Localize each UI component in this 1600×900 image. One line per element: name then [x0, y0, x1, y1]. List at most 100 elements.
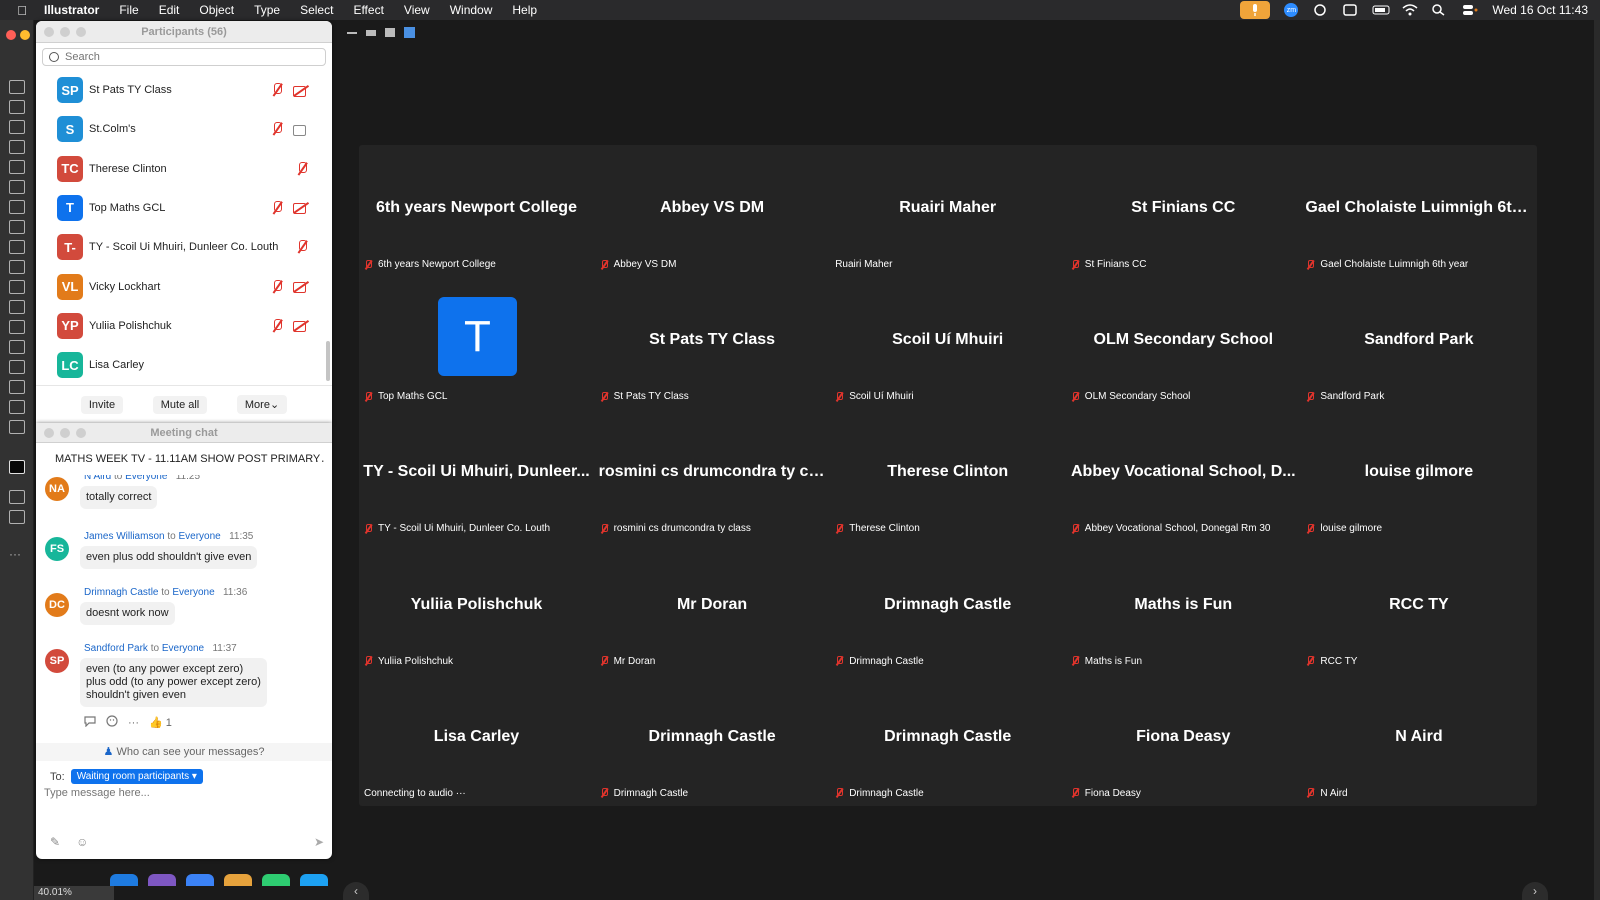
- screen-mode-icon[interactable]: [9, 510, 25, 524]
- more-tools-icon[interactable]: ···: [9, 548, 25, 564]
- video-tile[interactable]: Sandford Park Sandford Park: [1301, 277, 1536, 409]
- app-menu[interactable]: Illustrator: [44, 3, 109, 17]
- menu-object[interactable]: Object: [189, 3, 244, 17]
- hand-tool-icon[interactable]: [9, 380, 25, 394]
- participant-row[interactable]: S St.Colm's: [36, 109, 326, 149]
- shape-builder-tool-icon[interactable]: [9, 340, 25, 354]
- creative-cloud-icon[interactable]: [1312, 4, 1328, 16]
- participant-search[interactable]: [42, 48, 326, 66]
- menu-file[interactable]: File: [109, 3, 148, 17]
- format-text-icon[interactable]: ✎: [50, 835, 60, 849]
- menu-effect[interactable]: Effect: [343, 3, 393, 17]
- message-visibility-link[interactable]: ♟ Who can see your messages?: [36, 743, 332, 761]
- menu-select[interactable]: Select: [290, 3, 343, 17]
- minimize-view-icon[interactable]: [347, 31, 357, 34]
- zoom-window-button[interactable]: [76, 428, 86, 438]
- participant-list-scrollbar[interactable]: [326, 341, 330, 381]
- video-tile[interactable]: Drimnagh Castle Drimnagh Castle: [830, 674, 1065, 806]
- video-tile[interactable]: RCC TY RCC TY: [1301, 542, 1536, 674]
- sender-name[interactable]: Drimnagh Castle: [84, 587, 158, 598]
- invite-button[interactable]: Invite: [80, 395, 124, 414]
- video-tile[interactable]: Lisa Carley Connecting to audio ···: [359, 674, 594, 806]
- artboard-tool-icon[interactable]: [9, 360, 25, 374]
- search-input[interactable]: [65, 51, 325, 63]
- microphone-muted-icon[interactable]: [271, 122, 283, 136]
- launchpad-dock-icon[interactable]: [148, 874, 176, 886]
- video-off-icon[interactable]: [293, 85, 308, 97]
- close-window-button[interactable]: [44, 428, 54, 438]
- video-off-icon[interactable]: [293, 202, 308, 215]
- zoom-window-button[interactable]: [76, 27, 86, 37]
- video-tile[interactable]: St Pats TY Class St Pats TY Class: [595, 277, 830, 409]
- microphone-muted-icon[interactable]: [296, 161, 308, 176]
- next-page-arrow-icon[interactable]: ›: [1522, 882, 1548, 900]
- video-tile[interactable]: Drimnagh Castle Drimnagh Castle: [595, 674, 830, 806]
- video-off-icon[interactable]: [293, 281, 308, 293]
- minimize-window-button[interactable]: [60, 27, 70, 37]
- video-on-icon[interactable]: [293, 124, 308, 136]
- video-tile[interactable]: Therese Clinton Therese Clinton: [830, 409, 1065, 541]
- microphone-muted-icon[interactable]: [296, 240, 308, 254]
- video-tile[interactable]: Gael Cholaiste Luimnigh 6th... Gael Chola…: [1301, 145, 1536, 277]
- thumbs-up-reaction[interactable]: 👍 1: [149, 716, 172, 729]
- send-icon[interactable]: ➤: [314, 835, 324, 849]
- wifi-icon[interactable]: [1402, 4, 1418, 16]
- clock[interactable]: Wed 16 Oct 11:43: [1492, 3, 1588, 17]
- video-tile[interactable]: TY - Scoil Ui Mhuiri, Dunleer... TY - Sco…: [359, 409, 594, 541]
- video-tile[interactable]: Fiona Deasy Fiona Deasy: [1066, 674, 1301, 806]
- standard-view-icon[interactable]: [385, 28, 395, 37]
- sender-name[interactable]: Sandford Park: [84, 643, 148, 654]
- emoji-icon[interactable]: ☺: [76, 835, 88, 849]
- previous-page-arrow-icon[interactable]: ‹: [343, 882, 369, 900]
- video-off-icon[interactable]: [293, 320, 308, 333]
- video-tile[interactable]: Abbey Vocational School, D... Abbey Vocat…: [1066, 409, 1301, 541]
- video-tile[interactable]: OLM Secondary School OLM Secondary School: [1066, 277, 1301, 409]
- menu-window[interactable]: Window: [440, 3, 503, 17]
- spotlight-search-icon[interactable]: [1432, 4, 1448, 16]
- participant-row[interactable]: TC Therese Clinton: [36, 149, 326, 189]
- video-tile[interactable]: Mr Doran Mr Doran: [595, 542, 830, 674]
- fill-swatch-icon[interactable]: [9, 460, 25, 474]
- minimize-window-button[interactable]: [60, 428, 70, 438]
- selection-tool-icon[interactable]: [9, 80, 25, 94]
- video-tile[interactable]: Ruairi Maher Ruairi Maher: [830, 145, 1065, 277]
- participant-row[interactable]: YP Yuliia Polishchuk: [36, 306, 326, 346]
- chat-options-icon[interactable]: ···: [309, 452, 326, 468]
- slice-tool-icon[interactable]: [9, 400, 25, 414]
- eyedropper-tool-icon[interactable]: [9, 300, 25, 314]
- apple-menu-icon[interactable]: : [0, 3, 44, 18]
- minimize-window-button[interactable]: [20, 30, 30, 40]
- microphone-muted-icon[interactable]: [271, 279, 283, 294]
- screen-capture-icon[interactable]: [1342, 4, 1358, 16]
- zoom-app-icon[interactable]: zm: [1284, 3, 1299, 17]
- type-tool-icon[interactable]: [9, 200, 25, 214]
- menu-view[interactable]: View: [394, 3, 440, 17]
- menu-edit[interactable]: Edit: [149, 3, 190, 17]
- video-tile[interactable]: Drimnagh Castle Drimnagh Castle: [830, 542, 1065, 674]
- microphone-muted-icon[interactable]: [271, 83, 283, 97]
- speaker-view-icon[interactable]: [366, 29, 376, 36]
- add-reaction-icon[interactable]: [106, 715, 118, 730]
- direct-selection-tool-icon[interactable]: [9, 100, 25, 114]
- menu-help[interactable]: Help: [502, 3, 547, 17]
- video-tile[interactable]: Maths is Fun Maths is Fun: [1066, 542, 1301, 674]
- video-tile[interactable]: louise gilmore louise gilmore: [1301, 409, 1536, 541]
- microphone-status-icon[interactable]: [1240, 1, 1271, 19]
- lasso-tool-icon[interactable]: [9, 260, 25, 274]
- mute-all-button[interactable]: Mute all: [152, 395, 208, 414]
- blend-tool-icon[interactable]: [9, 320, 25, 334]
- menu-type[interactable]: Type: [244, 3, 290, 17]
- video-tile[interactable]: Abbey VS DM Abbey VS DM: [595, 145, 830, 277]
- finder-dock-icon[interactable]: [110, 874, 138, 886]
- control-center-icon[interactable]: [1462, 4, 1478, 16]
- safari-dock-icon[interactable]: [186, 874, 214, 886]
- video-tile[interactable]: 6th years Newport College 6th years Newpo…: [359, 145, 594, 277]
- microphone-muted-icon[interactable]: [271, 200, 283, 215]
- paintbrush-tool-icon[interactable]: [9, 180, 25, 194]
- close-window-button[interactable]: [6, 30, 16, 40]
- rectangle-tool-icon[interactable]: [9, 160, 25, 174]
- recipient-dropdown[interactable]: Waiting room participants ▾: [70, 769, 203, 784]
- chrome-dock-icon[interactable]: [224, 874, 252, 886]
- curvature-tool-icon[interactable]: [9, 140, 25, 154]
- video-tile[interactable]: Yuliia Polishchuk Yuliia Polishchuk: [359, 542, 594, 674]
